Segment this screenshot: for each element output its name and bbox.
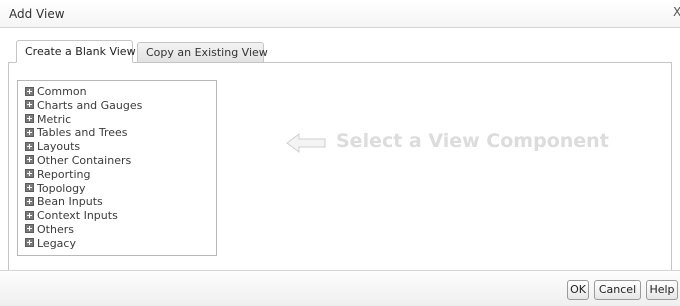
tree-item-label: Others <box>37 222 74 236</box>
hint-text: Select a View Component <box>336 130 609 152</box>
tree-item-label: Tables and Trees <box>37 126 128 140</box>
expand-icon[interactable] <box>25 155 34 165</box>
ok-button[interactable]: OK <box>567 280 589 300</box>
tree-item-label: Bean Inputs <box>37 195 103 209</box>
dialog-titlebar: Add View X <box>0 0 680 28</box>
tree-item-layouts[interactable]: Layouts <box>25 140 142 154</box>
component-tree-list: Common Charts and Gauges Metric Tables a… <box>25 85 142 251</box>
cancel-button[interactable]: Cancel <box>594 280 641 300</box>
tree-item-label: Common <box>37 85 87 98</box>
expand-icon[interactable] <box>25 196 34 206</box>
expand-icon[interactable] <box>25 169 34 179</box>
help-button[interactable]: Help <box>646 280 678 300</box>
expand-icon[interactable] <box>25 114 34 124</box>
tab-create-blank-view[interactable]: Create a Blank View <box>16 40 136 63</box>
expand-icon[interactable] <box>25 86 34 96</box>
expand-icon[interactable] <box>25 210 34 220</box>
expand-icon[interactable] <box>25 100 34 110</box>
tree-item-label: Reporting <box>37 167 91 181</box>
tree-item-context-inputs[interactable]: Context Inputs <box>25 209 142 223</box>
expand-icon[interactable] <box>25 238 34 248</box>
close-icon[interactable]: X <box>673 5 680 19</box>
tree-item-bean-inputs[interactable]: Bean Inputs <box>25 195 142 209</box>
tree-item-other-containers[interactable]: Other Containers <box>25 154 142 168</box>
tree-item-label: Topology <box>37 181 86 195</box>
dialog-footer: OK Cancel Help <box>0 270 680 306</box>
tree-item-others[interactable]: Others <box>25 223 142 237</box>
component-tree[interactable]: Common Charts and Gauges Metric Tables a… <box>17 80 217 256</box>
tree-item-label: Other Containers <box>37 153 132 167</box>
tree-item-topology[interactable]: Topology <box>25 182 142 196</box>
expand-icon[interactable] <box>25 183 34 193</box>
tree-item-label: Layouts <box>37 140 81 154</box>
tree-item-metric[interactable]: Metric <box>25 113 142 127</box>
tab-copy-existing-view[interactable]: Copy an Existing View <box>137 42 268 63</box>
expand-icon[interactable] <box>25 224 34 234</box>
tree-item-charts-and-gauges[interactable]: Charts and Gauges <box>25 99 142 113</box>
tree-item-legacy[interactable]: Legacy <box>25 237 142 251</box>
dialog-title: Add View <box>9 7 65 21</box>
add-view-dialog: Add View X Create a Blank View Copy an E… <box>0 0 680 306</box>
left-arrow-icon <box>286 133 326 153</box>
tree-item-reporting[interactable]: Reporting <box>25 168 142 182</box>
tree-item-tables-and-trees[interactable]: Tables and Trees <box>25 126 142 140</box>
expand-icon[interactable] <box>25 141 34 151</box>
tree-item-label: Metric <box>37 112 72 126</box>
tree-item-common[interactable]: Common <box>25 85 142 99</box>
tree-item-label: Charts and Gauges <box>37 98 143 112</box>
tree-item-label: Legacy <box>37 236 76 250</box>
tree-item-label: Context Inputs <box>37 209 118 223</box>
expand-icon[interactable] <box>25 127 34 137</box>
